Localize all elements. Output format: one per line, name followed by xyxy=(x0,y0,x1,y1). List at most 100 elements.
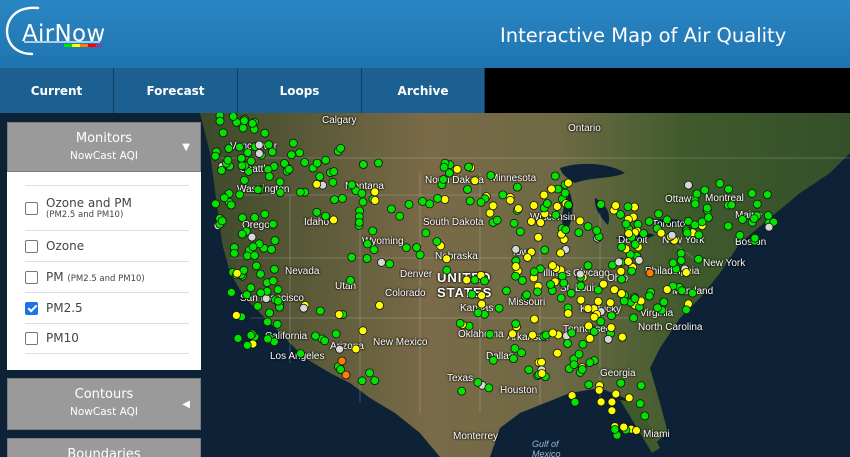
monitor-marker[interactable] xyxy=(654,209,663,219)
monitor-marker[interactable] xyxy=(368,226,378,236)
monitor-marker[interactable] xyxy=(432,237,442,246)
monitor-marker[interactable] xyxy=(320,336,330,346)
monitor-marker[interactable] xyxy=(611,389,621,399)
monitor-marker[interactable] xyxy=(488,201,498,211)
monitor-marker[interactable] xyxy=(467,289,477,299)
monitor-marker[interactable] xyxy=(395,211,405,221)
monitor-marker[interactable] xyxy=(682,228,692,238)
monitor-marker[interactable] xyxy=(528,330,537,340)
monitor-marker[interactable] xyxy=(312,179,322,189)
monitor-marker[interactable] xyxy=(624,229,634,238)
monitor-marker[interactable] xyxy=(433,194,443,203)
monitor-marker[interactable] xyxy=(640,411,650,421)
monitor-marker[interactable] xyxy=(267,244,276,254)
monitor-marker[interactable] xyxy=(272,319,282,329)
monitor-marker[interactable] xyxy=(645,268,655,278)
option-ozone-and-pm[interactable]: Ozone and PM (PM2.5 and PM10) xyxy=(25,185,189,230)
monitor-marker[interactable] xyxy=(296,349,306,359)
monitor-marker[interactable] xyxy=(486,171,496,180)
monitor-marker[interactable] xyxy=(566,288,576,298)
monitor-marker[interactable] xyxy=(224,144,234,153)
monitor-marker[interactable] xyxy=(563,339,572,348)
monitor-marker[interactable] xyxy=(295,148,305,158)
monitor-marker[interactable] xyxy=(667,230,677,240)
checkbox-pm[interactable] xyxy=(25,270,38,284)
monitor-marker[interactable] xyxy=(752,199,762,209)
monitor-marker[interactable] xyxy=(513,182,522,192)
monitor-marker[interactable] xyxy=(639,229,648,238)
monitor-marker[interactable] xyxy=(337,356,347,366)
monitor-marker[interactable] xyxy=(533,232,543,242)
monitor-marker[interactable] xyxy=(492,215,502,225)
monitor-marker[interactable] xyxy=(677,286,687,296)
monitor-marker[interactable] xyxy=(514,204,523,213)
monitor-marker[interactable] xyxy=(583,222,593,231)
monitor-marker[interactable] xyxy=(617,274,626,284)
monitor-marker[interactable] xyxy=(218,128,228,138)
monitor-marker[interactable] xyxy=(358,326,368,336)
monitor-marker[interactable] xyxy=(404,200,414,209)
monitor-marker[interactable] xyxy=(662,285,672,295)
monitor-marker[interactable] xyxy=(268,219,278,229)
monitor-marker[interactable] xyxy=(576,281,586,291)
monitor-marker[interactable] xyxy=(607,397,617,407)
monitor-marker[interactable] xyxy=(668,258,678,268)
monitor-marker[interactable] xyxy=(363,239,372,249)
monitor-marker[interactable] xyxy=(477,291,487,301)
monitor-marker[interactable] xyxy=(246,283,256,293)
monitor-marker[interactable] xyxy=(465,196,475,206)
monitor-marker[interactable] xyxy=(577,364,587,374)
monitor-marker[interactable] xyxy=(370,196,380,205)
monitor-marker[interactable] xyxy=(476,197,486,207)
monitor-marker[interactable] xyxy=(254,149,264,158)
monitor-marker[interactable] xyxy=(570,397,580,407)
monitor-marker[interactable] xyxy=(539,190,549,200)
monitor-marker[interactable] xyxy=(375,300,384,310)
monitor-marker[interactable] xyxy=(358,197,368,207)
monitor-marker[interactable] xyxy=(546,280,555,289)
monitor-marker[interactable] xyxy=(592,226,602,235)
monitor-marker[interactable] xyxy=(702,203,712,213)
monitor-marker[interactable] xyxy=(354,218,364,227)
monitor-marker[interactable] xyxy=(300,158,310,167)
monitor-marker[interactable] xyxy=(616,266,626,276)
monitor-marker[interactable] xyxy=(617,242,626,252)
monitor-marker[interactable] xyxy=(299,303,309,313)
monitor-marker[interactable] xyxy=(624,257,633,266)
monitor-marker[interactable] xyxy=(253,185,263,195)
monitor-marker[interactable] xyxy=(723,221,733,231)
monitor-marker[interactable] xyxy=(315,306,325,316)
monitor-marker[interactable] xyxy=(607,311,616,321)
monitor-marker[interactable] xyxy=(358,160,368,169)
monitor-marker[interactable] xyxy=(455,318,465,328)
monitor-marker[interactable] xyxy=(763,211,773,220)
monitor-marker[interactable] xyxy=(547,184,556,194)
monitor-marker[interactable] xyxy=(617,332,627,342)
monitor-marker[interactable] xyxy=(589,312,599,322)
monitor-marker[interactable] xyxy=(611,201,621,210)
monitor-marker[interactable] xyxy=(464,162,474,172)
monitor-marker[interactable] xyxy=(369,245,379,255)
monitor-marker[interactable] xyxy=(484,383,494,393)
monitor-marker[interactable] xyxy=(275,177,285,187)
monitor-marker[interactable] xyxy=(583,261,593,271)
monitor-marker[interactable] xyxy=(563,309,573,318)
monitor-marker[interactable] xyxy=(764,222,774,232)
option-pm[interactable]: PM (PM2.5 and PM10) xyxy=(25,261,189,292)
monitor-marker[interactable] xyxy=(656,228,666,238)
monitor-marker[interactable] xyxy=(331,329,341,339)
monitor-marker[interactable] xyxy=(470,176,480,186)
monitor-marker[interactable] xyxy=(511,262,521,271)
monitor-marker[interactable] xyxy=(256,288,266,298)
monitor-marker[interactable] xyxy=(627,266,637,276)
monitor-marker[interactable] xyxy=(694,254,703,264)
monitor-marker[interactable] xyxy=(542,199,552,208)
monitor-marker[interactable] xyxy=(226,200,236,210)
monitor-marker[interactable] xyxy=(462,275,472,285)
monitor-marker[interactable] xyxy=(256,269,265,279)
monitor-marker[interactable] xyxy=(540,245,550,255)
monitor-marker[interactable] xyxy=(357,189,367,198)
monitor-marker[interactable] xyxy=(264,140,274,150)
monitor-marker[interactable] xyxy=(505,195,515,205)
monitor-marker[interactable] xyxy=(537,369,547,378)
